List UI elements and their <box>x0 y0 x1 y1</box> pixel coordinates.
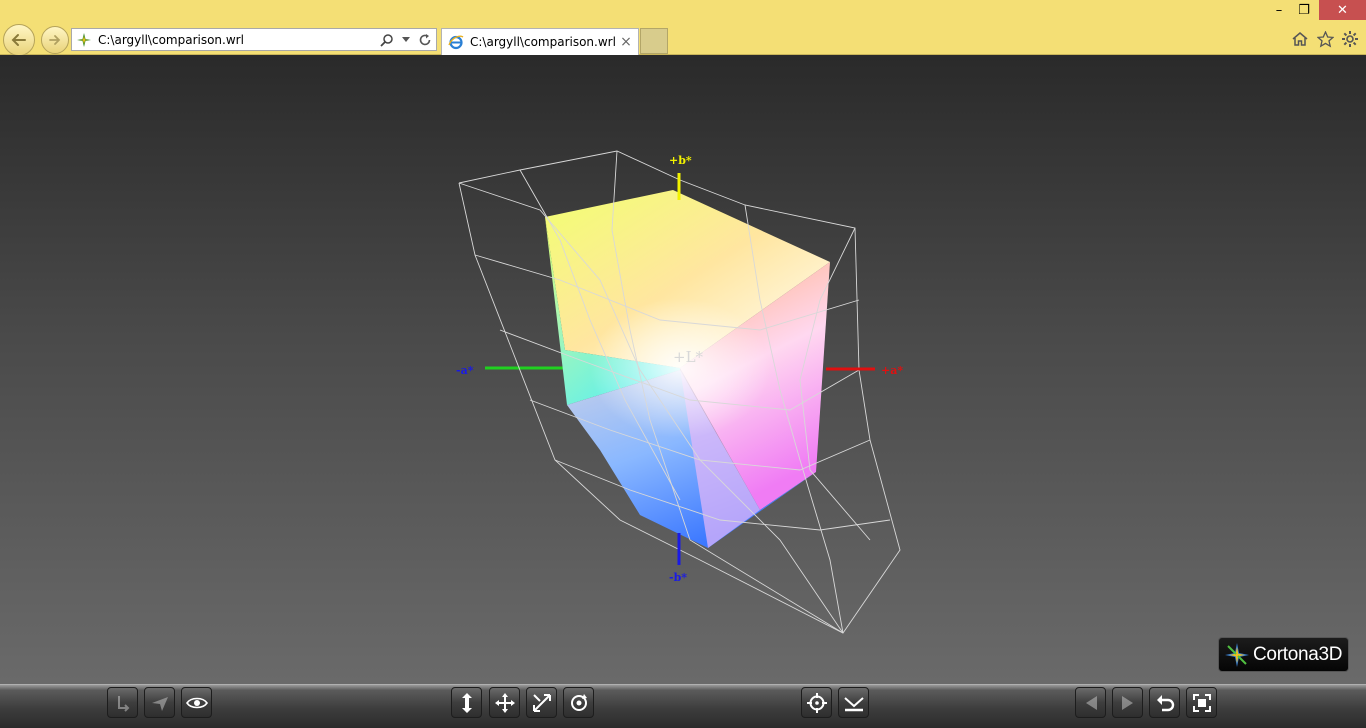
dropdown-arrow-icon[interactable] <box>398 32 414 48</box>
back-button[interactable] <box>3 24 35 56</box>
tab-title: C:\argyll\comparison.wrl <box>470 35 616 49</box>
pan-button[interactable] <box>489 687 520 718</box>
pan-icon <box>494 692 515 713</box>
fit-icon <box>1192 693 1211 712</box>
forward-button[interactable] <box>41 26 69 54</box>
tools-gear-icon[interactable] <box>1340 29 1360 49</box>
plus-a-label: +a* <box>881 364 903 377</box>
straighten-icon <box>117 695 129 712</box>
eye-icon <box>185 697 208 708</box>
new-tab-button[interactable] <box>640 28 668 54</box>
rotate-button[interactable] <box>563 687 594 718</box>
tab-close-button[interactable]: × <box>618 34 634 50</box>
view-button[interactable] <box>181 687 212 718</box>
cortona3d-logo[interactable]: Cortona3D <box>1218 637 1349 672</box>
walk-button[interactable] <box>451 687 482 718</box>
minimize-button[interactable]: – <box>1268 0 1290 20</box>
next-viewpoint-button[interactable] <box>1112 687 1143 718</box>
plus-b-label: +b* <box>669 154 692 167</box>
address-bar[interactable] <box>71 28 437 51</box>
cortona-favicon-icon <box>76 32 94 48</box>
rotate-icon <box>570 693 587 711</box>
refresh-icon[interactable] <box>417 32 433 48</box>
cortona-navigation-toolbar <box>0 684 1366 728</box>
address-input[interactable] <box>94 29 379 50</box>
previous-viewpoint-icon <box>1085 695 1097 710</box>
restore-icon <box>1156 694 1174 711</box>
next-viewpoint-icon <box>1121 695 1133 710</box>
plus-l-label: +L* <box>673 348 704 366</box>
straighten-button[interactable] <box>107 687 138 718</box>
study-button[interactable] <box>526 687 557 718</box>
forward-arrow-icon <box>49 35 61 45</box>
fly-button[interactable] <box>144 687 175 718</box>
align-button[interactable] <box>838 687 869 718</box>
back-arrow-icon <box>11 34 26 46</box>
minus-a-label: -a* <box>456 364 474 377</box>
cortona-star-icon <box>1225 642 1249 667</box>
ie-logo-icon <box>448 34 464 50</box>
search-icon[interactable] <box>379 32 395 48</box>
srgb-gamut-solid <box>545 190 830 548</box>
tab-comparison[interactable]: C:\argyll\comparison.wrl × <box>441 28 639 55</box>
restore-button-3d[interactable] <box>1149 687 1180 718</box>
goto-icon <box>806 692 827 713</box>
vrml-viewport[interactable]: +b* -b* +a* -a* +L* Cortona3D <box>0 55 1366 684</box>
previous-viewpoint-button[interactable] <box>1075 687 1106 718</box>
logo-text: Cortona3D <box>1253 643 1343 665</box>
browser-chrome: C:\argyll\comparison.wrl × – ❐ ✕ <box>0 0 1366 56</box>
minus-b-label: -b* <box>669 571 687 584</box>
fit-button[interactable] <box>1186 687 1217 718</box>
walk-icon <box>461 692 472 713</box>
align-icon <box>843 696 864 711</box>
restore-button[interactable]: ❐ <box>1292 0 1316 20</box>
study-icon <box>532 693 551 712</box>
gamut-scene: +b* -b* +a* -a* +L* <box>456 150 903 634</box>
goto-button[interactable] <box>801 687 832 718</box>
close-window-button[interactable]: ✕ <box>1319 0 1366 20</box>
home-icon[interactable] <box>1290 29 1310 49</box>
favorites-star-icon[interactable] <box>1315 29 1335 49</box>
plane-icon <box>151 696 168 711</box>
